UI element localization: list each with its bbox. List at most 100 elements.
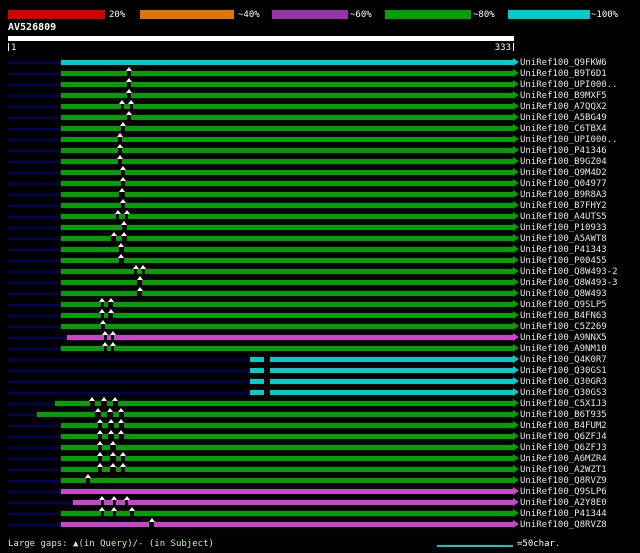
gap-segment (97, 467, 103, 472)
hit-label[interactable]: UniRef100_A5BG49 (520, 113, 607, 123)
hit-end-arrow-right-icon (513, 267, 519, 275)
hit-label[interactable]: UniRef100_B9R8A3 (520, 190, 607, 200)
hit-bar[interactable] (61, 302, 513, 307)
hit-bar[interactable] (249, 357, 513, 362)
gap-segment (108, 302, 113, 307)
hit-end-arrow-right-icon (513, 300, 519, 308)
hit-label[interactable]: UniRef100_Q30GS3 (520, 388, 607, 398)
hit-bar[interactable] (61, 236, 513, 241)
hit-bar[interactable] (61, 170, 513, 175)
gap-segment (109, 456, 116, 461)
unaligned-query-lead (8, 95, 62, 97)
hit-bar[interactable] (61, 60, 513, 65)
gap-marker-triangle-up-icon (99, 309, 106, 313)
gap-marker-triangle-up-icon (123, 496, 130, 500)
hit-label[interactable]: UniRef100_A2WZT1 (520, 465, 607, 475)
hit-label[interactable]: UniRef100_A9NM10 (520, 344, 607, 354)
hit-end-arrow-right-icon (513, 355, 519, 363)
gap-marker-triangle-up-icon (123, 210, 130, 214)
hit-label[interactable]: UniRef100_P10933 (520, 223, 607, 233)
hit-bar[interactable] (61, 346, 513, 351)
hit-label[interactable]: UniRef100_Q8W493-3 (520, 278, 618, 288)
hit-label[interactable]: UniRef100_B9MXF5 (520, 91, 607, 101)
gap-segment (263, 379, 270, 384)
hit-bar[interactable] (61, 445, 513, 450)
hit-bar[interactable] (61, 159, 513, 164)
hit-label[interactable]: UniRef100_Q9M4D2 (520, 168, 607, 178)
hit-end-arrow-right-icon (513, 256, 519, 264)
gap-segment (100, 500, 104, 505)
hit-label[interactable]: UniRef100_A6MZR4 (520, 454, 607, 464)
hit-bar[interactable] (55, 401, 513, 406)
hit-bar[interactable] (61, 137, 513, 142)
hit-bar[interactable] (61, 258, 513, 263)
hit-label[interactable]: UniRef100_C5XIJ3 (520, 399, 607, 409)
hit-label[interactable]: UniRef100_P41344 (520, 509, 607, 519)
unaligned-query-lead (8, 73, 62, 75)
hit-label[interactable]: UniRef100_A5AWT8 (520, 234, 607, 244)
hit-label[interactable]: UniRef100_Q6ZFJ3 (520, 443, 607, 453)
alignment-row: UniRef100_P41343 (0, 243, 640, 255)
gap-marker-triangle-up-icon (125, 89, 132, 93)
hit-bar[interactable] (61, 214, 513, 219)
hit-bar[interactable] (61, 126, 513, 131)
hit-bar[interactable] (249, 368, 513, 373)
hit-label[interactable]: UniRef100_Q9FKW6 (520, 58, 607, 68)
hit-bar[interactable] (61, 423, 513, 428)
hit-bar[interactable] (61, 467, 513, 472)
hit-bar[interactable] (61, 269, 513, 274)
hit-bar[interactable] (67, 335, 513, 340)
hit-label[interactable]: UniRef100_Q8RVZ9 (520, 476, 607, 486)
hit-label[interactable]: UniRef100_UPI000.. (520, 135, 618, 145)
hit-label[interactable]: UniRef100_Q04977 (520, 179, 607, 189)
hit-bar[interactable] (61, 148, 513, 153)
hit-label[interactable]: UniRef100_B4FUM2 (520, 421, 607, 431)
hit-label[interactable]: UniRef100_Q8W493 (520, 289, 607, 299)
hit-bar[interactable] (61, 434, 513, 439)
hit-label[interactable]: UniRef100_Q4K0R7 (520, 355, 607, 365)
unaligned-query-lead (8, 315, 62, 317)
hit-label[interactable]: UniRef100_Q30GR3 (520, 377, 607, 387)
gap-segment (112, 500, 116, 505)
hit-label[interactable]: UniRef100_Q30GS1 (520, 366, 607, 376)
hit-label[interactable]: UniRef100_Q8RVZ8 (520, 520, 607, 530)
hit-label[interactable]: UniRef100_P41346 (520, 146, 607, 156)
hit-label[interactable]: UniRef100_Q8W493-2 (520, 267, 618, 277)
hit-bar[interactable] (61, 313, 513, 318)
hit-label[interactable]: UniRef100_A2Y8E0 (520, 498, 607, 508)
hit-bar[interactable] (61, 478, 513, 483)
hit-bar[interactable] (61, 181, 513, 186)
gap-segment (100, 401, 107, 406)
hit-label[interactable]: UniRef100_A7QQX2 (520, 102, 607, 112)
hit-bar[interactable] (73, 500, 513, 505)
hit-label[interactable]: UniRef100_B6T935 (520, 410, 607, 420)
hit-end-arrow-right-icon (513, 80, 519, 88)
hit-bar[interactable] (249, 379, 513, 384)
hit-label[interactable]: UniRef100_Q9SLP5 (520, 300, 607, 310)
hit-bar[interactable] (61, 456, 513, 461)
hit-bar[interactable] (249, 390, 513, 395)
hit-bar[interactable] (61, 203, 513, 208)
hit-label[interactable]: UniRef100_P41343 (520, 245, 607, 255)
hit-label[interactable]: UniRef100_P00455 (520, 256, 607, 266)
hit-label[interactable]: UniRef100_B4FN63 (520, 311, 607, 321)
hit-label[interactable]: UniRef100_UPI000.. (520, 80, 618, 90)
hit-bar[interactable] (61, 324, 513, 329)
hit-bar[interactable] (61, 280, 513, 285)
hit-label[interactable]: UniRef100_A4UTS5 (520, 212, 607, 222)
hit-label[interactable]: UniRef100_A9NNX5 (520, 333, 607, 343)
hit-bar[interactable] (61, 291, 513, 296)
hit-bar[interactable] (61, 192, 513, 197)
gap-marker-triangle-up-icon (109, 441, 116, 445)
hit-label[interactable]: UniRef100_B9T6D1 (520, 69, 607, 79)
hit-bar[interactable] (61, 225, 513, 230)
hit-label[interactable]: UniRef100_C5Z269 (520, 322, 607, 332)
hit-label[interactable]: UniRef100_C6TBX4 (520, 124, 607, 134)
hit-label[interactable]: UniRef100_Q9SLP6 (520, 487, 607, 497)
hit-bar[interactable] (61, 522, 513, 527)
hit-bar[interactable] (61, 247, 513, 252)
hit-label[interactable]: UniRef100_B7FHY2 (520, 201, 607, 211)
hit-label[interactable]: UniRef100_Q6ZFJ4 (520, 432, 607, 442)
hit-bar[interactable] (61, 489, 513, 494)
hit-label[interactable]: UniRef100_B9GZ04 (520, 157, 607, 167)
